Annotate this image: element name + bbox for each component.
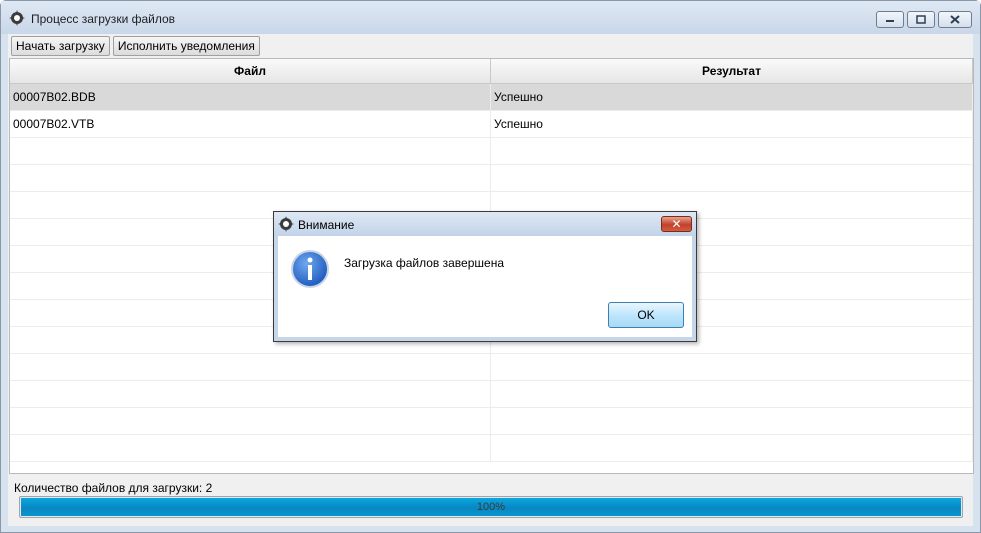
empty-cell [10, 408, 491, 434]
empty-table-row [10, 165, 973, 192]
empty-table-row [10, 381, 973, 408]
column-header-result[interactable]: Результат [491, 59, 973, 83]
grid-header: Файл Результат [10, 59, 973, 84]
column-header-file[interactable]: Файл [10, 59, 491, 83]
gear-icon [9, 10, 25, 26]
file-cell: 00007B02.VTB [10, 111, 491, 137]
close-icon [950, 15, 960, 24]
table-row[interactable]: 00007B02.VTB Успешно [10, 111, 973, 138]
start-upload-button[interactable]: Начать загрузку [11, 36, 110, 56]
empty-cell [10, 354, 491, 380]
empty-cell [10, 165, 491, 191]
empty-table-row [10, 354, 973, 381]
window-title: Процесс загрузки файлов [31, 12, 176, 26]
empty-table-row [10, 408, 973, 435]
maximize-button[interactable] [907, 11, 935, 28]
dialog-title: Внимание [298, 218, 355, 232]
empty-cell [491, 408, 973, 434]
dialog-body: Загрузка файлов завершена OK [278, 236, 692, 337]
message-dialog: Внимание ✕ Загрузка файлов завершена OK [273, 211, 697, 342]
info-icon [291, 250, 329, 288]
files-count-label: Количество файлов для загрузки: 2 [14, 481, 213, 495]
dialog-message: Загрузка файлов завершена [344, 256, 504, 270]
gear-icon [278, 216, 294, 232]
file-cell: 00007B02.BDB [10, 84, 491, 110]
empty-cell [10, 381, 491, 407]
table-row[interactable]: 00007B02.BDB Успешно [10, 84, 973, 111]
minimize-icon [886, 20, 894, 22]
progress-text: 100% [476, 501, 506, 513]
progress-bar: 100% [19, 496, 963, 518]
empty-cell [10, 435, 491, 461]
ok-button[interactable]: OK [608, 302, 684, 328]
minimize-button[interactable] [876, 11, 904, 28]
close-button[interactable] [938, 11, 972, 28]
maximize-icon [916, 15, 926, 24]
empty-table-row [10, 138, 973, 165]
empty-cell [491, 435, 973, 461]
close-icon: ✕ [671, 217, 682, 231]
empty-cell [491, 354, 973, 380]
execute-notifications-button[interactable]: Исполнить уведомления [112, 36, 260, 56]
empty-cell [10, 138, 491, 164]
result-cell: Успешно [491, 111, 973, 137]
empty-cell [491, 138, 973, 164]
toolbar: Начать загрузку Исполнить уведомления [11, 36, 263, 56]
dialog-close-button[interactable]: ✕ [661, 216, 692, 232]
empty-cell [491, 165, 973, 191]
dialog-title-bar[interactable]: Внимание ✕ [274, 212, 696, 236]
empty-table-row [10, 435, 973, 462]
result-cell: Успешно [491, 84, 973, 110]
empty-cell [491, 381, 973, 407]
title-bar[interactable]: Процесс загрузки файлов [1, 1, 980, 34]
